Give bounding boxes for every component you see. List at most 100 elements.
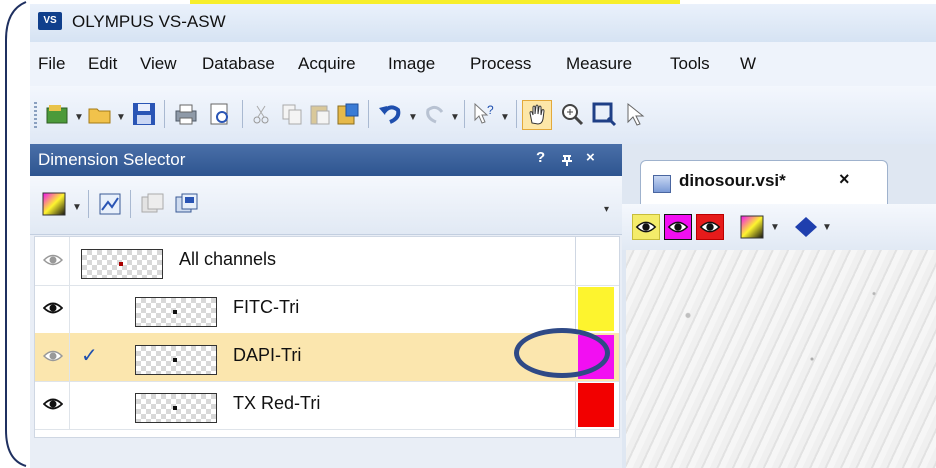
print-preview-icon[interactable] (206, 100, 234, 128)
channel-thumbnail (135, 345, 217, 375)
paste-special-icon[interactable] (334, 100, 362, 128)
panel-close-button[interactable]: × (586, 149, 595, 166)
toolbar-separator (464, 100, 465, 128)
toolbar-separator (516, 100, 517, 128)
pointer-icon[interactable] (622, 100, 650, 128)
toolbar-separator (130, 190, 131, 218)
print-icon[interactable] (172, 100, 200, 128)
help-icon[interactable]: ? (470, 100, 498, 128)
menu-file[interactable]: File (38, 54, 65, 74)
thumbnail-dot (119, 262, 123, 266)
image-adjust-icon[interactable] (96, 190, 124, 218)
channel-label: DAPI-Tri (233, 345, 302, 365)
channel-thumbnail (135, 393, 217, 423)
thumbnail-dot (173, 406, 177, 410)
menu-bar: File Edit View Database Acquire Image Pr… (30, 42, 936, 86)
column-divider (69, 237, 70, 285)
undo-dropdown-icon[interactable]: ▼ (408, 112, 418, 123)
microscopy-image[interactable] (626, 250, 936, 468)
menu-view[interactable]: View (140, 54, 177, 74)
channel-color-dropdown-icon[interactable]: ▼ (770, 222, 780, 233)
eye-red-icon[interactable] (696, 214, 724, 240)
document-close-button[interactable]: × (839, 169, 850, 190)
eye-visibility-icon[interactable] (43, 300, 63, 316)
help-dropdown-icon[interactable]: ▼ (500, 112, 510, 123)
panel-toolbar-overflow-icon[interactable]: ▾ (604, 204, 609, 215)
eye-all-icon[interactable] (632, 214, 660, 240)
eye-visibility-icon[interactable] (43, 252, 63, 268)
channel-color-icon[interactable] (738, 214, 766, 240)
menu-process[interactable]: Process (470, 54, 531, 74)
panel-toolbar: ▼ ▾ (30, 176, 622, 235)
cut-icon[interactable] (248, 100, 276, 128)
channel-label: All channels (179, 249, 277, 269)
toolbar-separator (368, 100, 369, 128)
channel-row-txred[interactable]: TX Red-Tri (35, 381, 619, 430)
channel-row-fitc[interactable]: FITC-Tri (35, 285, 619, 334)
undo-icon[interactable] (376, 100, 404, 128)
document-view: dinosour.vsi* × ▼ ▼ (622, 144, 936, 468)
panel-pin-icon[interactable] (560, 153, 574, 167)
document-tab[interactable]: dinosour.vsi* × (640, 160, 888, 205)
toolbar-grip[interactable] (34, 102, 37, 128)
eye-visibility-icon[interactable] (43, 396, 63, 412)
channel-thumbnail (135, 297, 217, 327)
active-checkmark-icon[interactable]: ✓ (81, 343, 98, 368)
pan-hand-icon[interactable] (522, 100, 552, 130)
thumbnail-dot (173, 358, 177, 362)
column-divider (69, 333, 70, 381)
open-image-dropdown-icon[interactable]: ▼ (74, 112, 84, 123)
panel-header: Dimension Selector ? × (30, 144, 622, 176)
title-bar: VS OLYMPUS VS-ASW (30, 4, 936, 43)
menu-database[interactable]: Database (202, 54, 275, 74)
redo-icon[interactable] (422, 100, 450, 128)
column-divider (69, 285, 70, 333)
open-folder-dropdown-icon[interactable]: ▼ (116, 112, 126, 123)
channel-label: FITC-Tri (233, 297, 300, 317)
menu-window[interactable]: W (740, 54, 756, 74)
eye-magenta-icon[interactable] (664, 214, 692, 240)
app-window: VS OLYMPUS VS-ASW File Edit View Databas… (30, 4, 936, 468)
channel-row-all[interactable]: All channels (35, 237, 619, 286)
channel-color-dropdown-icon[interactable]: ▼ (72, 202, 82, 213)
thumbnail-dot (173, 310, 177, 314)
multi-image-icon[interactable] (172, 190, 200, 218)
highlight-callout-circle (514, 328, 610, 378)
save-icon[interactable] (130, 100, 158, 128)
app-title: OLYMPUS VS-ASW (72, 12, 226, 31)
channel-label: TX Red-Tri (233, 393, 321, 413)
toolbar-separator (242, 100, 243, 128)
select-rect-icon[interactable] (590, 100, 618, 128)
copy-icon[interactable] (278, 100, 306, 128)
channel-color-icon[interactable] (40, 190, 68, 218)
panel-title: Dimension Selector (38, 150, 186, 169)
eye-visibility-icon[interactable] (43, 348, 63, 364)
paste-icon[interactable] (306, 100, 334, 128)
toolbar-separator (88, 190, 89, 218)
channel-thumbnail (81, 249, 163, 279)
column-divider (69, 381, 70, 429)
multi-image-disabled-icon (141, 193, 164, 213)
dimension-selector-panel: Dimension Selector ? × ▼ ▾ All channels … (30, 144, 622, 468)
panel-help-button[interactable]: ? (536, 149, 545, 166)
marker-diamond-icon[interactable] (792, 214, 820, 240)
menu-tools[interactable]: Tools (670, 54, 710, 74)
app-logo: VS (38, 12, 62, 30)
menu-edit[interactable]: Edit (88, 54, 117, 74)
open-image-icon[interactable] (44, 100, 72, 128)
document-tab-label: dinosour.vsi* (679, 171, 786, 190)
document-file-icon (653, 175, 671, 193)
zoom-icon[interactable] (558, 100, 586, 128)
document-toolbar: ▼ ▼ (622, 204, 936, 250)
main-toolbar: ▼ ▼ ▼ ▼ ? ▼ (30, 86, 936, 145)
svg-text:?: ? (487, 103, 494, 117)
channel-color-swatch[interactable] (578, 383, 614, 427)
menu-acquire[interactable]: Acquire (298, 54, 356, 74)
open-folder-icon[interactable] (86, 100, 114, 128)
marker-dropdown-icon[interactable]: ▼ (822, 222, 832, 233)
redo-dropdown-icon[interactable]: ▼ (450, 112, 460, 123)
channel-color-swatch[interactable] (578, 287, 614, 331)
frame-bracket (5, 1, 27, 467)
menu-image[interactable]: Image (388, 54, 435, 74)
menu-measure[interactable]: Measure (566, 54, 632, 74)
